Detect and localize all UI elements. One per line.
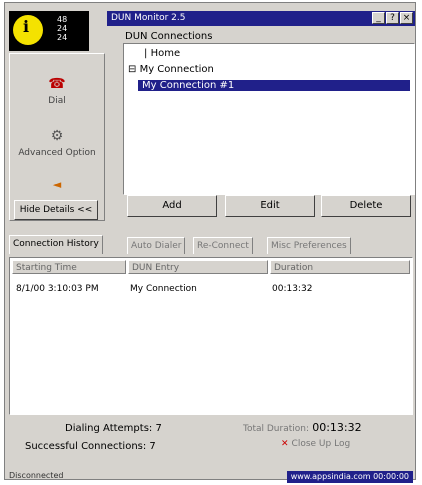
edit-button[interactable]: Edit bbox=[225, 195, 315, 217]
status-clock: 00:00:00 bbox=[373, 472, 409, 481]
tree-item-selected[interactable]: My Connection #1 bbox=[138, 80, 410, 91]
logo-mark: i bbox=[23, 17, 30, 36]
column-header[interactable]: Starting Time bbox=[12, 260, 126, 274]
settings-icon: ⚙ bbox=[50, 128, 64, 144]
app-logo: i 48 24 24 bbox=[9, 11, 89, 51]
dun-connections-label: DUN Connections bbox=[125, 31, 213, 42]
website-link[interactable]: www.appsindia.com 00:00:00 bbox=[286, 471, 413, 483]
row-entry: My Connection bbox=[130, 284, 197, 294]
title-buttons: _ ? × bbox=[372, 12, 413, 24]
row-duration: 00:13:32 bbox=[272, 284, 313, 294]
column-header[interactable]: Duration bbox=[270, 260, 410, 274]
left-button-panel: ☎ Dial ⚙ Advanced Option ◄ Hide Details … bbox=[9, 53, 105, 221]
delete-button[interactable]: Delete bbox=[321, 195, 411, 217]
minimize-button[interactable]: _ bbox=[372, 12, 385, 24]
hide-icon-slot: ◄ bbox=[10, 178, 104, 195]
tab-strip: Connection History Auto Dialer Re-Connec… bbox=[9, 235, 413, 255]
logo-number: 24 bbox=[57, 24, 68, 33]
total-duration-value: 00:13:32 bbox=[312, 421, 362, 434]
history-list[interactable]: Starting Time DUN Entry Duration 8/1/00 … bbox=[9, 257, 413, 415]
tree-item-group[interactable]: ⊟ My Connection bbox=[128, 64, 214, 75]
arrow-icon: ◄ bbox=[52, 178, 62, 191]
logo-number: 48 bbox=[57, 15, 68, 24]
column-header[interactable]: DUN Entry bbox=[128, 260, 268, 274]
close-up-log-button[interactable]: ✕ Close Up Log bbox=[281, 439, 350, 449]
tree-item-label: My Connection bbox=[139, 64, 214, 75]
help-button[interactable]: ? bbox=[386, 12, 399, 24]
tree-item-home[interactable]: | Home bbox=[144, 48, 180, 59]
successful-connections: Successful Connections: 7 bbox=[25, 441, 156, 452]
dial-button[interactable]: ☎ Dial bbox=[10, 76, 104, 106]
logo-number: 24 bbox=[57, 33, 68, 42]
tab-misc-preferences[interactable]: Misc Preferences bbox=[267, 237, 351, 254]
advanced-option-button[interactable]: ⚙ Advanced Option bbox=[10, 128, 104, 158]
window-title: DUN Monitor 2.5 bbox=[111, 13, 186, 23]
phone-icon: ☎ bbox=[48, 76, 66, 92]
logo-numbers: 48 24 24 bbox=[57, 15, 67, 42]
dialing-attempts-label: Dialing Attempts: bbox=[65, 423, 153, 434]
expand-icon[interactable]: ⊟ bbox=[128, 64, 140, 75]
dialing-attempts-value: 7 bbox=[155, 423, 162, 434]
tab-re-connect[interactable]: Re-Connect bbox=[193, 237, 253, 254]
advanced-option-label: Advanced Option bbox=[18, 148, 96, 158]
website-url: www.appsindia.com bbox=[290, 472, 371, 481]
status-text: Disconnected bbox=[9, 471, 64, 480]
tab-connection-history[interactable]: Connection History bbox=[9, 235, 103, 254]
total-duration-label: Total Duration: bbox=[243, 424, 310, 434]
dial-label: Dial bbox=[48, 96, 66, 106]
total-duration: Total Duration: 00:13:32 bbox=[243, 421, 362, 434]
status-bar: Disconnected www.appsindia.com 00:00:00 bbox=[9, 471, 413, 483]
title-bar[interactable]: DUN Monitor 2.5 _ ? × bbox=[107, 11, 415, 26]
successful-connections-value: 7 bbox=[149, 441, 156, 452]
connection-tree[interactable]: | Home ⊟ My Connection My Connection #1 bbox=[123, 43, 415, 195]
dialing-attempts: Dialing Attempts: 7 bbox=[65, 423, 162, 434]
close-up-log-label: Close Up Log bbox=[291, 439, 351, 449]
row-time: 8/1/00 3:10:03 PM bbox=[16, 284, 99, 294]
hide-details-button[interactable]: Hide Details << bbox=[14, 200, 98, 220]
close-log-icon: ✕ bbox=[281, 439, 289, 449]
close-button[interactable]: × bbox=[400, 12, 413, 24]
add-button[interactable]: Add bbox=[127, 195, 217, 217]
app-window: i 48 24 24 DUN Monitor 2.5 _ ? × DUN Con… bbox=[4, 2, 416, 483]
tab-auto-dialer[interactable]: Auto Dialer bbox=[127, 237, 186, 254]
tree-item-label: Home bbox=[150, 48, 181, 59]
successful-connections-label: Successful Connections: bbox=[25, 441, 147, 452]
